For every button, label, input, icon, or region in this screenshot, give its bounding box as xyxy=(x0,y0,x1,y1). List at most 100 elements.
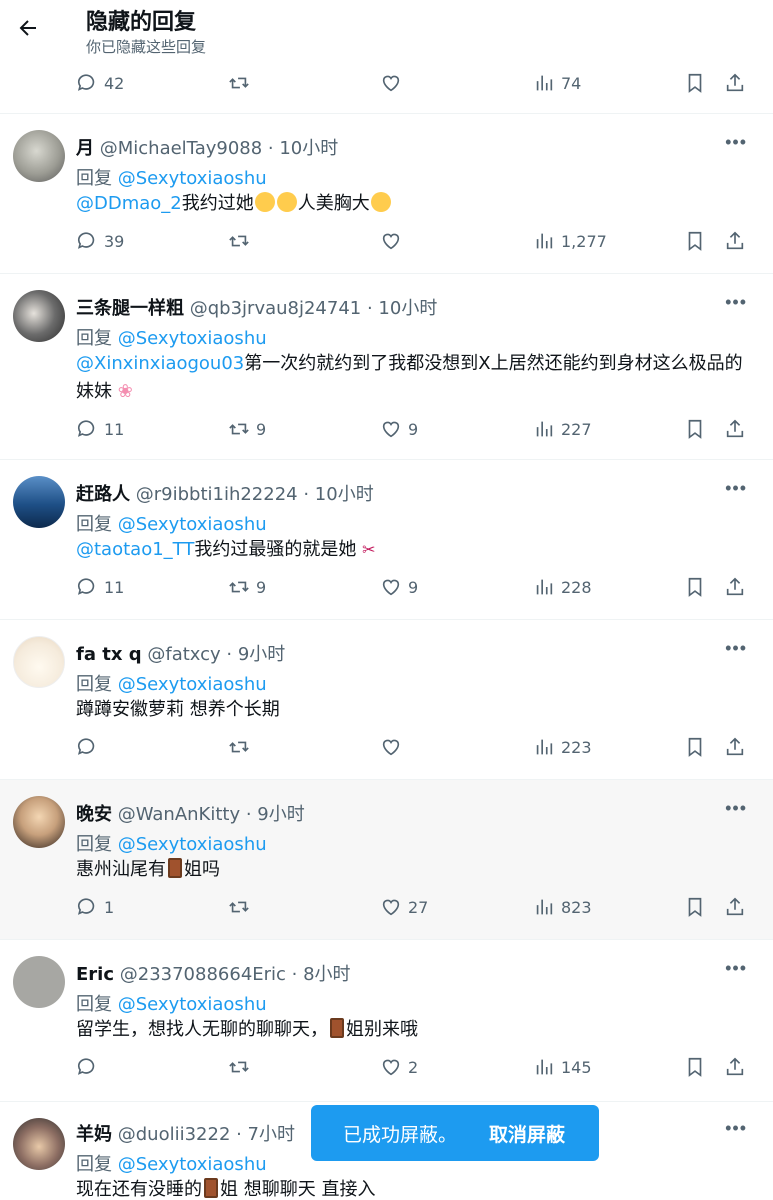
reply-button[interactable] xyxy=(76,1056,104,1078)
like-button[interactable] xyxy=(380,230,408,252)
bookmark-button[interactable] xyxy=(684,72,706,94)
retweet-button[interactable] xyxy=(228,896,256,918)
display-name[interactable]: 月 xyxy=(76,138,94,159)
mention-link[interactable]: @DDmao_2 xyxy=(76,193,182,214)
reply-icon xyxy=(77,74,95,91)
mention-link[interactable]: @taotao1_TT xyxy=(76,539,194,560)
retweet-button[interactable] xyxy=(228,1056,256,1078)
like-button[interactable] xyxy=(380,736,408,758)
reply-button[interactable]: 11 xyxy=(76,576,124,598)
reply-button[interactable]: 11 xyxy=(76,418,124,440)
tweet-card[interactable]: 月 @MichaelTay9088 · 10小时 ••• 回复 @Sexytox… xyxy=(0,114,773,274)
retweet-icon xyxy=(229,423,249,435)
tweet-card[interactable]: 晚安 @WanAnKitty · 9小时 ••• 回复 @Sexytoxiaos… xyxy=(0,780,773,940)
reply-label: 回复 xyxy=(76,834,112,855)
reply-button[interactable]: 42 xyxy=(76,72,124,94)
share-button[interactable] xyxy=(724,72,746,94)
tweet-card[interactable]: 三条腿一样粗 @qb3jrvau8j24741 · 10小时 ••• 回复 @S… xyxy=(0,274,773,460)
retweet-button[interactable] xyxy=(228,736,256,758)
avatar[interactable] xyxy=(13,636,65,688)
display-name[interactable]: Eric xyxy=(76,964,114,985)
bookmark-button[interactable] xyxy=(684,736,706,758)
avatar[interactable] xyxy=(13,796,65,848)
reply-to-link[interactable]: @Sexytoxiaoshu xyxy=(118,328,267,349)
share-button[interactable] xyxy=(724,1056,746,1078)
tweet-card[interactable]: Eric @2337088664Eric · 8小时 ••• 回复 @Sexyt… xyxy=(0,940,773,1102)
reply-to-link[interactable]: @Sexytoxiaoshu xyxy=(118,674,267,695)
views-button[interactable]: 227 xyxy=(533,418,592,440)
views-button[interactable]: 1,277 xyxy=(533,230,607,252)
retweet-button[interactable]: 9 xyxy=(228,418,266,440)
share-icon xyxy=(726,897,744,916)
views-button[interactable]: 74 xyxy=(533,72,581,94)
more-options-icon[interactable]: ••• xyxy=(725,292,747,313)
avatar[interactable] xyxy=(13,290,65,342)
view-count: 1,277 xyxy=(561,231,607,251)
share-button[interactable] xyxy=(724,418,746,440)
ribbon-emoji-icon: ✂ xyxy=(362,540,376,559)
tweet-card[interactable]: 赶路人 @r9ibbti1ih22224 · 10小时 ••• 回复 @Sexy… xyxy=(0,460,773,620)
tweet-card[interactable]: 42 74 xyxy=(0,60,773,114)
reply-to-link[interactable]: @Sexytoxiaoshu xyxy=(118,168,267,189)
tweet-text-part: 我约过最骚的就是她 xyxy=(194,539,357,560)
more-options-icon[interactable]: ••• xyxy=(725,132,747,153)
tweet-card[interactable]: fa tx q @fatxcy · 9小时 ••• 回复 @Sexytoxiao… xyxy=(0,620,773,780)
more-options-icon[interactable]: ••• xyxy=(725,1118,747,1139)
reply-button[interactable]: 1 xyxy=(76,896,114,918)
more-options-icon[interactable]: ••• xyxy=(725,478,747,499)
back-arrow-icon[interactable] xyxy=(14,14,42,42)
reply-button[interactable]: 39 xyxy=(76,230,124,252)
tweet-text: 现在还有没睡的姐 想聊聊天 直接入 xyxy=(76,1176,756,1200)
reply-to-link[interactable]: @Sexytoxiaoshu xyxy=(118,514,267,535)
share-button[interactable] xyxy=(724,576,746,598)
display-name[interactable]: 三条腿一样粗 xyxy=(76,298,184,319)
bookmark-button[interactable] xyxy=(684,896,706,918)
reply-label: 回复 xyxy=(76,1154,112,1175)
share-button[interactable] xyxy=(724,896,746,918)
like-button[interactable] xyxy=(380,72,402,94)
avatar[interactable] xyxy=(13,476,65,528)
grin-face-emoji-icon xyxy=(276,192,297,212)
more-options-icon[interactable]: ••• xyxy=(725,958,747,979)
view-count: 823 xyxy=(561,897,592,917)
undo-block-button[interactable]: 取消屏蔽 xyxy=(489,1120,565,1147)
reply-icon xyxy=(77,738,95,755)
like-button[interactable]: 9 xyxy=(380,418,418,440)
views-button[interactable]: 145 xyxy=(533,1056,592,1078)
bar-chart-icon xyxy=(536,579,553,595)
retweet-button[interactable] xyxy=(228,72,250,94)
views-button[interactable]: 823 xyxy=(533,896,592,918)
avatar[interactable] xyxy=(13,956,65,1008)
more-options-icon[interactable]: ••• xyxy=(725,638,747,659)
mention-link[interactable]: @Xinxinxiaogou03 xyxy=(76,353,244,374)
view-count: 145 xyxy=(561,1057,592,1077)
like-button[interactable]: 27 xyxy=(380,896,428,918)
display-name[interactable]: fa tx q xyxy=(76,644,142,665)
reply-icon xyxy=(77,578,95,595)
reply-to-link[interactable]: @Sexytoxiaoshu xyxy=(118,1154,267,1175)
share-button[interactable] xyxy=(724,736,746,758)
reply-to-link[interactable]: @Sexytoxiaoshu xyxy=(118,834,267,855)
avatar[interactable] xyxy=(13,1118,65,1170)
display-name[interactable]: 羊妈 xyxy=(76,1124,112,1145)
views-button[interactable]: 223 xyxy=(533,736,592,758)
view-count: 228 xyxy=(561,577,592,597)
avatar[interactable] xyxy=(13,130,65,182)
reply-to-link[interactable]: @Sexytoxiaoshu xyxy=(118,994,267,1015)
bookmark-button[interactable] xyxy=(684,418,706,440)
retweet-button[interactable]: 9 xyxy=(228,576,266,598)
share-button[interactable] xyxy=(724,230,746,252)
like-button[interactable]: 2 xyxy=(380,1056,418,1078)
reply-button[interactable] xyxy=(76,736,104,758)
tweet-meta: 月 @MichaelTay9088 · 10小时 xyxy=(76,134,338,160)
retweet-button[interactable] xyxy=(228,230,256,252)
bookmark-button[interactable] xyxy=(684,230,706,252)
display-name[interactable]: 赶路人 xyxy=(76,484,130,505)
display-name[interactable]: 晚安 xyxy=(76,804,112,825)
bookmark-button[interactable] xyxy=(684,576,706,598)
bookmark-button[interactable] xyxy=(684,1056,706,1078)
views-button[interactable]: 228 xyxy=(533,576,592,598)
tweet-actions: 42 74 xyxy=(0,72,773,102)
more-options-icon[interactable]: ••• xyxy=(725,798,747,819)
like-button[interactable]: 9 xyxy=(380,576,418,598)
